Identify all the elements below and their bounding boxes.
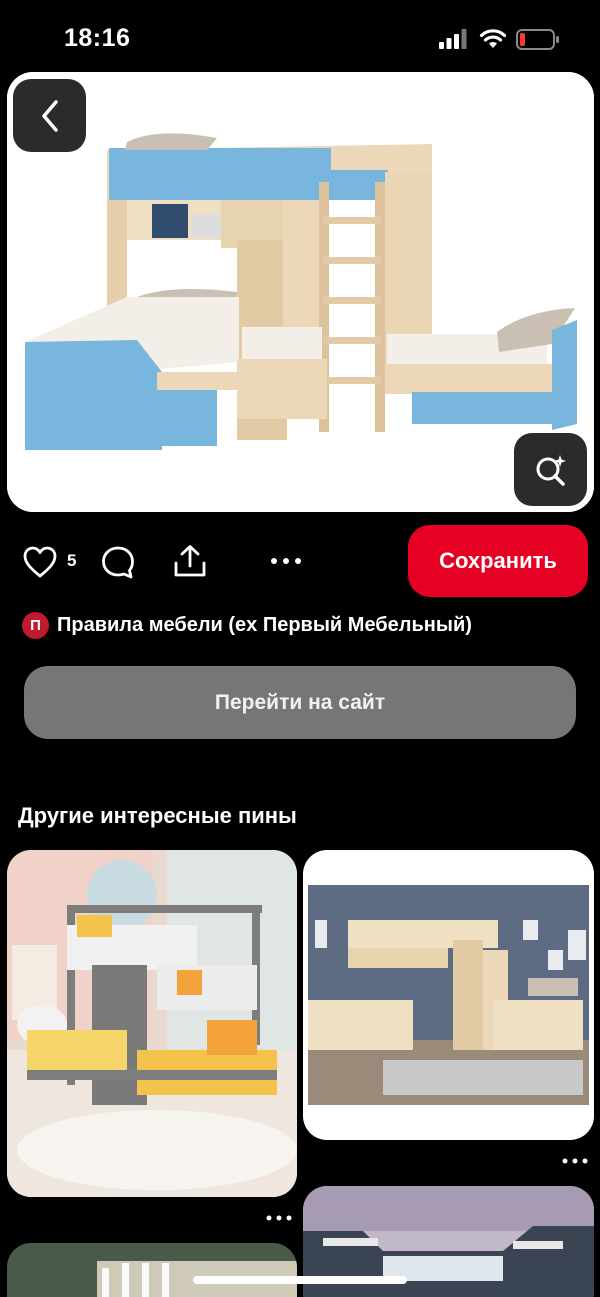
source-name: Правила мебели (ex Первый Мебельный) [57, 614, 472, 636]
wooden-bunk-bed-image [303, 850, 594, 1140]
pin-source[interactable]: П Правила мебели (ex Первый Мебельный) [22, 612, 472, 639]
visual-search-button[interactable] [514, 433, 587, 506]
cellular-signal-icon [439, 29, 467, 49]
wifi-icon [479, 29, 507, 48]
heart-icon[interactable] [22, 545, 58, 579]
source-avatar: П [22, 612, 49, 639]
grey-bunk-bed-image [7, 850, 297, 1197]
lens-search-icon [536, 454, 566, 486]
pin-more-icon[interactable] [264, 1212, 294, 1224]
status-time: 18:16 [64, 24, 131, 52]
like-count: 5 [67, 551, 77, 570]
comment-icon[interactable] [100, 545, 136, 579]
chevron-left-icon [41, 99, 58, 132]
share-icon[interactable] [172, 543, 208, 579]
related-pin-1[interactable] [7, 850, 297, 1197]
visit-site-button[interactable]: Перейти на сайт [24, 666, 576, 739]
status-bar: 18:16 [0, 0, 600, 72]
battery-low-icon [516, 29, 559, 50]
related-pin-2[interactable] [303, 850, 594, 1140]
more-options-icon[interactable] [268, 550, 304, 572]
pin-image[interactable] [7, 72, 594, 512]
related-pin-3[interactable] [7, 1243, 297, 1297]
crib-image [7, 1243, 297, 1297]
pin-more-icon[interactable] [560, 1155, 590, 1167]
related-pins-title: Другие интересные пины [18, 803, 297, 828]
bunk-bed-illustration [7, 72, 594, 512]
save-button[interactable]: Сохранить [408, 525, 588, 597]
back-button[interactable] [13, 79, 86, 152]
home-indicator[interactable] [193, 1276, 407, 1284]
